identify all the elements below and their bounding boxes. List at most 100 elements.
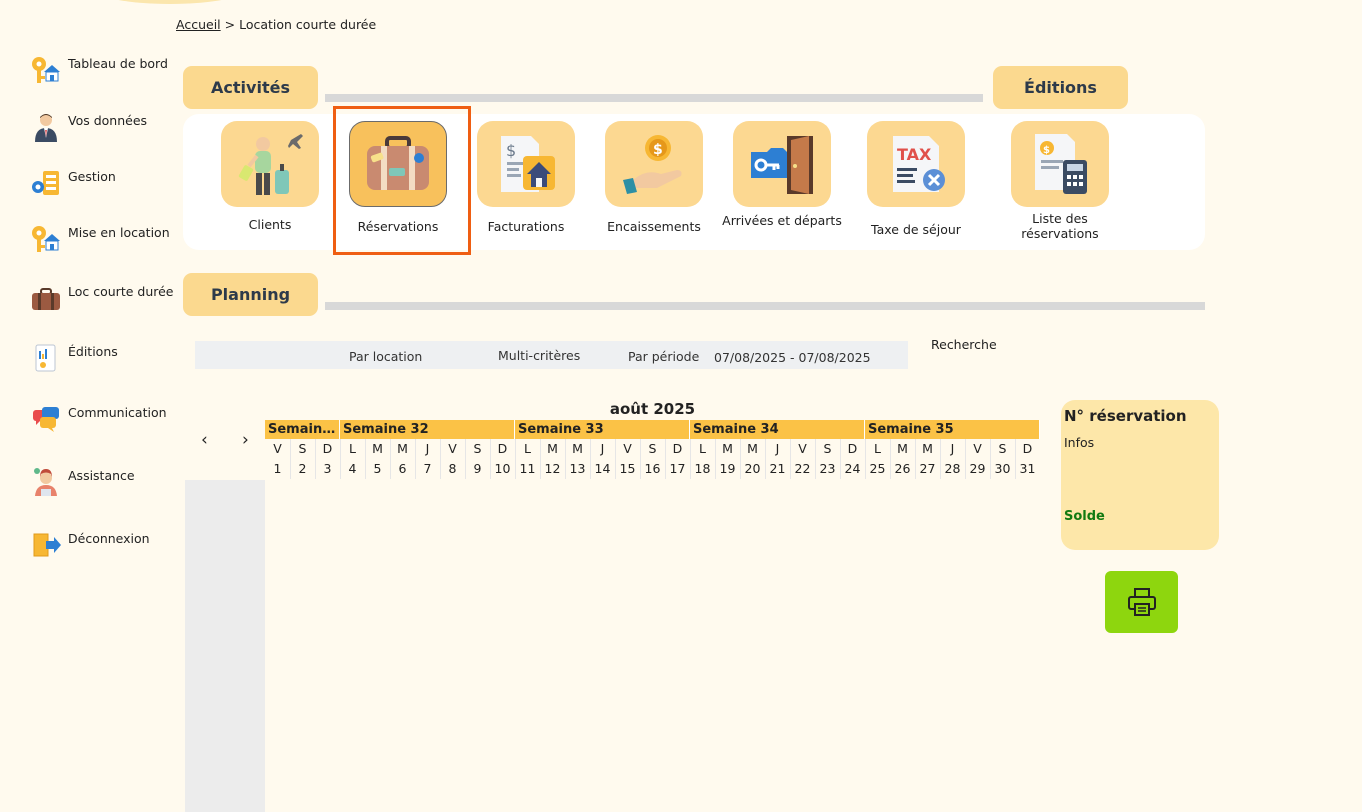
section-divider xyxy=(325,94,983,102)
day-separator xyxy=(715,439,716,479)
day-number[interactable]: 29 xyxy=(965,461,990,476)
day-number[interactable]: 22 xyxy=(790,461,815,476)
day-number[interactable]: 4 xyxy=(340,461,365,476)
day-letter: V xyxy=(798,441,807,456)
activity-arrivees-departs[interactable]: Arrivées et départs xyxy=(717,121,847,228)
user-icon xyxy=(35,114,57,142)
activity-label: Taxe de séjour xyxy=(871,222,961,237)
day-number[interactable]: 3 xyxy=(315,461,340,476)
sidebar-item-tableau-de-bord[interactable]: Tableau de bord xyxy=(30,54,168,86)
day-separator xyxy=(640,439,641,479)
day-number[interactable]: 12 xyxy=(540,461,565,476)
section-editions-tab[interactable]: Éditions xyxy=(993,66,1128,109)
day-number[interactable]: 1 xyxy=(265,461,290,476)
week-header: Semaine 35 xyxy=(865,420,1040,439)
calendar-rows-column xyxy=(185,480,265,812)
recherche-button[interactable]: Recherche xyxy=(931,337,997,352)
day-number[interactable]: 15 xyxy=(615,461,640,476)
day-letter: M xyxy=(922,441,933,456)
day-number[interactable]: 25 xyxy=(865,461,890,476)
day-letter: M xyxy=(547,441,558,456)
sidebar-item-assistance[interactable]: Assistance xyxy=(30,466,135,498)
activity-clients[interactable]: Clients xyxy=(205,121,335,232)
day-letter: D xyxy=(847,441,858,456)
day-number[interactable]: 21 xyxy=(765,461,790,476)
day-separator xyxy=(965,439,966,479)
day-letter: D xyxy=(1022,441,1033,456)
activity-encaissements[interactable]: $ Encaissements xyxy=(589,121,719,234)
day-number[interactable]: 6 xyxy=(390,461,415,476)
day-number[interactable]: 16 xyxy=(640,461,665,476)
calendar-month-title: août 2025 xyxy=(265,400,1040,420)
day-number[interactable]: 14 xyxy=(590,461,615,476)
breadcrumb-separator: > xyxy=(224,17,236,32)
tab-par-location[interactable]: Par location xyxy=(349,349,422,364)
day-letter: V xyxy=(273,441,282,456)
day-number[interactable]: 30 xyxy=(990,461,1015,476)
tab-par-periode[interactable]: Par période xyxy=(628,349,699,364)
day-number[interactable]: 5 xyxy=(365,461,390,476)
day-number[interactable]: 28 xyxy=(940,461,965,476)
tab-multi-criteres[interactable]: Multi-critères xyxy=(498,348,580,363)
week-header: Semaine 34 xyxy=(690,420,865,439)
day-number[interactable]: 8 xyxy=(440,461,465,476)
breadcrumb-home-link[interactable]: Accueil xyxy=(176,17,221,32)
sidebar-item-editions[interactable]: Éditions xyxy=(30,342,118,374)
activity-liste-reservations[interactable]: $ Liste des réservations xyxy=(995,121,1125,241)
day-number[interactable]: 2 xyxy=(290,461,315,476)
print-button[interactable] xyxy=(1105,571,1178,633)
calendar-prev-button[interactable]: ‹ xyxy=(201,430,208,450)
printer-icon xyxy=(1127,588,1156,616)
day-number[interactable]: 9 xyxy=(465,461,490,476)
calendar-next-button[interactable]: › xyxy=(242,430,249,450)
sidebar-item-loc-courte-duree[interactable]: Loc courte durée xyxy=(30,282,174,314)
day-number[interactable]: 18 xyxy=(690,461,715,476)
sidebar-item-communication[interactable]: Communication xyxy=(30,403,167,435)
activity-facturations[interactable]: $ Facturations xyxy=(461,121,591,234)
activity-label: Clients xyxy=(248,217,292,232)
sidebar-item-deconnexion[interactable]: Déconnexion xyxy=(30,529,150,561)
period-date-range[interactable]: 07/08/2025 - 07/08/2025 xyxy=(714,350,871,365)
suitcase-icon xyxy=(32,288,60,310)
day-number[interactable]: 27 xyxy=(915,461,940,476)
day-number[interactable]: 20 xyxy=(740,461,765,476)
support-agent-icon xyxy=(34,468,57,496)
day-number[interactable]: 31 xyxy=(1015,461,1040,476)
day-number[interactable]: 24 xyxy=(840,461,865,476)
gestion-icon xyxy=(32,171,59,195)
breadcrumb-current: Location courte durée xyxy=(239,17,377,32)
reservation-info-panel: N° réservation Infos Solde xyxy=(1061,400,1219,550)
day-letter: L xyxy=(874,441,881,456)
sidebar-item-vos-donnees[interactable]: Vos données xyxy=(30,111,147,143)
week-header: Semaine 32 xyxy=(340,420,515,439)
day-number[interactable]: 23 xyxy=(815,461,840,476)
sidebar-item-label: Loc courte durée xyxy=(68,284,174,299)
key-door-icon xyxy=(751,136,813,194)
day-letter: S xyxy=(298,441,307,456)
day-letter: J xyxy=(425,441,430,456)
activity-tile: $ xyxy=(477,121,575,207)
day-number[interactable]: 7 xyxy=(415,461,440,476)
activity-tile: $ xyxy=(605,121,703,207)
day-number[interactable]: 10 xyxy=(490,461,515,476)
day-separator xyxy=(490,439,491,479)
day-number[interactable]: 26 xyxy=(890,461,915,476)
sidebar-item-mise-en-location[interactable]: Mise en location xyxy=(30,223,170,255)
activity-tile: $ xyxy=(1011,121,1109,207)
day-number[interactable]: 17 xyxy=(665,461,690,476)
day-separator xyxy=(815,439,816,479)
section-divider xyxy=(325,302,1205,310)
day-number[interactable]: 11 xyxy=(515,461,540,476)
sidebar-item-gestion[interactable]: Gestion xyxy=(30,167,116,199)
day-separator xyxy=(665,439,666,479)
day-number[interactable]: 13 xyxy=(565,461,590,476)
house-key-icon xyxy=(32,57,60,83)
day-separator xyxy=(940,439,941,479)
activity-taxe-de-sejour[interactable]: TAX Taxe de séjour xyxy=(851,121,981,237)
day-number[interactable]: 19 xyxy=(715,461,740,476)
day-separator xyxy=(865,439,866,479)
house-key-icon xyxy=(32,226,60,252)
sidebar-item-label: Déconnexion xyxy=(68,531,150,546)
day-separator xyxy=(690,439,691,479)
day-letter: L xyxy=(349,441,356,456)
